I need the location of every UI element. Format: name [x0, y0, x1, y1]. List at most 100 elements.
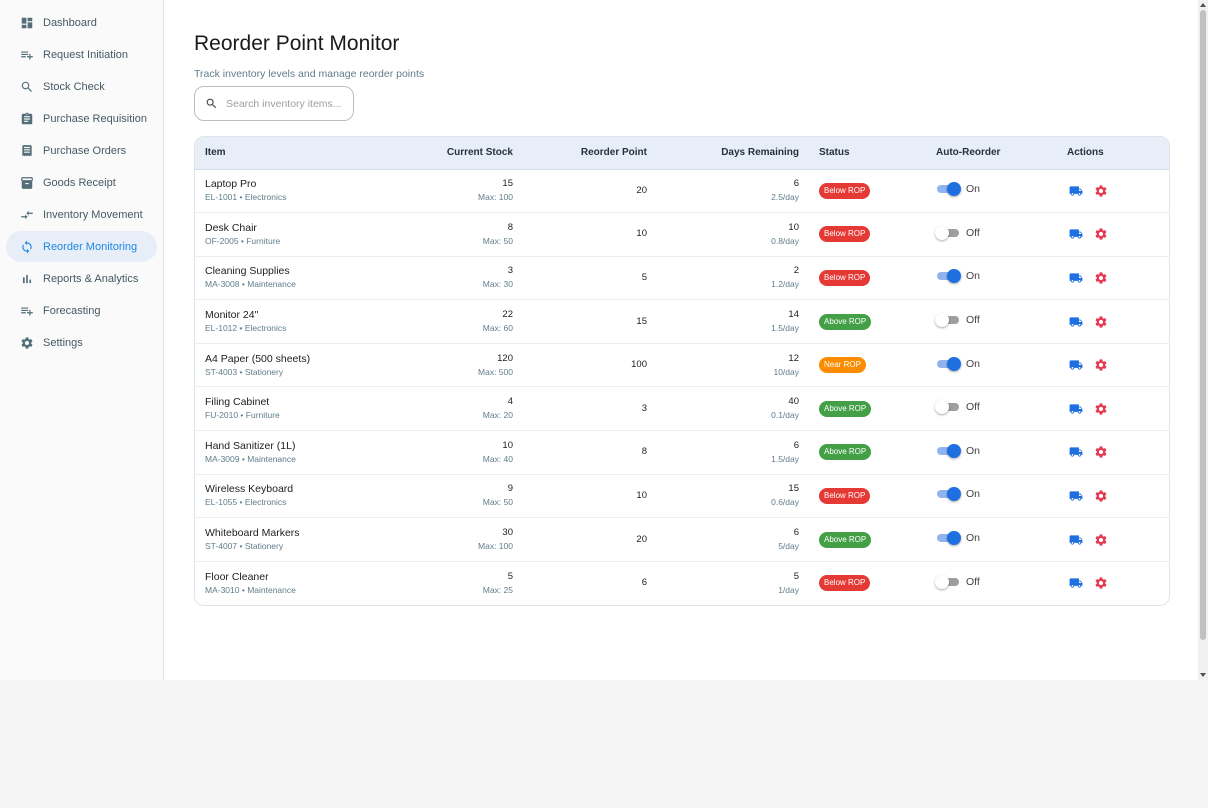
stock-value: 3 — [507, 265, 513, 277]
reorder-truck-button[interactable] — [1067, 400, 1085, 418]
sidebar-item-request-initiation[interactable]: Request Initiation — [6, 39, 157, 70]
toggle-knob — [947, 269, 961, 284]
auto-reorder-toggle[interactable]: On — [936, 443, 980, 458]
status-badge: Below ROP — [819, 269, 871, 286]
sidebar-item-stock-check[interactable]: Stock Check — [6, 71, 157, 102]
reorder-truck-button[interactable] — [1067, 182, 1085, 200]
toggle-knob — [947, 531, 961, 546]
scroll-down-arrow-icon[interactable] — [1200, 673, 1206, 677]
search-input[interactable] — [226, 97, 346, 110]
reorder-truck-button[interactable] — [1067, 531, 1085, 549]
table-row[interactable]: A4 Paper (500 sheets) ST-4003 • Stationer… — [195, 343, 1169, 388]
days-remaining-value: 10 — [788, 221, 799, 233]
item-settings-button[interactable] — [1092, 574, 1110, 592]
scroll-up-arrow-icon[interactable] — [1200, 3, 1206, 7]
row-actions — [1067, 487, 1161, 505]
toggle-switch[interactable] — [936, 487, 961, 502]
toggle-switch[interactable] — [935, 574, 960, 589]
sidebar-item-goods-receipt[interactable]: Goods Receipt — [6, 167, 157, 198]
toggle-switch[interactable] — [936, 269, 961, 284]
auto-reorder-toggle[interactable]: Off — [935, 313, 980, 328]
column-header-auto-reorder[interactable]: Auto-Reorder — [926, 137, 1057, 170]
page-scrollbar[interactable] — [1198, 0, 1208, 680]
sidebar-item-dashboard[interactable]: Dashboard — [6, 7, 157, 38]
toggle-switch[interactable] — [935, 400, 960, 415]
table-row[interactable]: Desk Chair OF-2005 • Furniture 8 Max: 50 10 1… — [195, 212, 1169, 257]
cell-item: A4 Paper (500 sheets) ST-4003 • Stationer… — [195, 343, 385, 388]
sidebar-item-reorder-monitoring[interactable]: Reorder Monitoring — [6, 231, 157, 262]
stock-value: 15 — [502, 178, 513, 190]
column-header-status[interactable]: Status — [809, 137, 926, 170]
item-settings-button[interactable] — [1092, 356, 1110, 374]
table-row[interactable]: Floor Cleaner MA-3010 • Maintenance 5 Max: … — [195, 561, 1169, 605]
item-name: Monitor 24" — [205, 309, 259, 322]
table-row[interactable]: Wireless Keyboard EL-1055 • Electronics 9 M… — [195, 474, 1169, 519]
column-header-item[interactable]: Item — [195, 137, 385, 170]
column-header-reorder-point[interactable]: Reorder Point — [523, 137, 657, 170]
item-settings-button[interactable] — [1092, 313, 1110, 331]
truck-icon — [1069, 404, 1083, 414]
table-row[interactable]: Laptop Pro EL-1001 • Electronics 15 Max: 10… — [195, 169, 1169, 214]
gear-icon — [1095, 359, 1107, 371]
consumption-rate: 1/day — [778, 584, 799, 595]
reorder-truck-button[interactable] — [1067, 443, 1085, 461]
item-settings-button[interactable] — [1092, 400, 1110, 418]
sidebar-item-settings[interactable]: Settings — [6, 327, 157, 358]
reorder-table: Item Current Stock Reorder Point Days Re… — [194, 136, 1170, 606]
item-settings-button[interactable] — [1092, 487, 1110, 505]
auto-reorder-toggle[interactable]: Off — [935, 225, 980, 240]
auto-reorder-toggle[interactable]: On — [936, 487, 980, 502]
auto-reorder-toggle[interactable]: On — [936, 182, 980, 197]
column-header-current-stock[interactable]: Current Stock — [385, 137, 523, 170]
sidebar-item-inventory-movement[interactable]: Inventory Movement — [6, 199, 157, 230]
table-row[interactable]: Monitor 24" EL-1012 • Electronics 22 Max: 6… — [195, 299, 1169, 344]
cell-status: Below ROP — [809, 256, 926, 301]
sidebar-item-forecasting[interactable]: Forecasting — [6, 295, 157, 326]
toggle-switch[interactable] — [936, 531, 961, 546]
reorder-truck-button[interactable] — [1067, 487, 1085, 505]
auto-reorder-toggle[interactable]: On — [936, 269, 980, 284]
cell-days-remaining: 6 5/day — [657, 517, 809, 562]
reorder-truck-button[interactable] — [1067, 356, 1085, 374]
item-settings-button[interactable] — [1092, 269, 1110, 287]
toggle-switch[interactable] — [936, 356, 961, 371]
gear-icon — [1095, 577, 1107, 589]
cell-reorder-point: 20 — [523, 517, 657, 562]
table-row[interactable]: Filing Cabinet FU-2010 • Furniture 4 Max: 2… — [195, 386, 1169, 432]
cell-current-stock: 8 Max: 50 — [385, 212, 523, 257]
search-box[interactable] — [194, 86, 354, 121]
reorder-truck-button[interactable] — [1067, 269, 1085, 287]
cell-reorder-point: 5 — [523, 256, 657, 301]
auto-reorder-toggle[interactable]: On — [936, 531, 980, 546]
table-row[interactable]: Whiteboard Markers ST-4007 • Stationery 30… — [195, 517, 1169, 562]
table-row[interactable]: Hand Sanitizer (1L) MA-3009 • Maintenance… — [195, 430, 1169, 475]
stock-max: Max: 500 — [478, 366, 513, 377]
scrollbar-thumb[interactable] — [1200, 10, 1206, 640]
toggle-switch[interactable] — [936, 443, 961, 458]
reorder-point-value: 20 — [636, 533, 647, 545]
reorder-truck-button[interactable] — [1067, 225, 1085, 243]
toggle-switch[interactable] — [936, 182, 961, 197]
auto-reorder-toggle[interactable]: Off — [935, 574, 980, 589]
item-settings-button[interactable] — [1092, 531, 1110, 549]
reorder-truck-button[interactable] — [1067, 574, 1085, 592]
auto-reorder-toggle[interactable]: Off — [935, 400, 980, 415]
sidebar-item-purchase-orders[interactable]: Purchase Orders — [6, 135, 157, 166]
table-row[interactable]: Cleaning Supplies MA-3008 • Maintenance 3 M… — [195, 256, 1169, 301]
item-settings-button[interactable] — [1092, 182, 1110, 200]
toggle-switch[interactable] — [935, 225, 960, 240]
reorder-truck-button[interactable] — [1067, 313, 1085, 331]
auto-reorder-label: Off — [966, 314, 980, 327]
truck-icon — [1069, 578, 1083, 589]
item-settings-button[interactable] — [1092, 443, 1110, 461]
cell-status: Above ROP — [809, 299, 926, 344]
sidebar-item-reports-and-analytics[interactable]: Reports & Analytics — [6, 263, 157, 294]
column-header-days-remaining[interactable]: Days Remaining — [657, 137, 809, 170]
sidebar-item-label: Goods Receipt — [43, 176, 116, 189]
days-remaining-value: 2 — [793, 265, 799, 277]
item-settings-button[interactable] — [1092, 225, 1110, 243]
toggle-switch[interactable] — [935, 313, 960, 328]
cell-auto-reorder: On — [926, 169, 1057, 214]
sidebar-item-purchase-requisition[interactable]: Purchase Requisition — [6, 103, 157, 134]
auto-reorder-toggle[interactable]: On — [936, 356, 980, 371]
